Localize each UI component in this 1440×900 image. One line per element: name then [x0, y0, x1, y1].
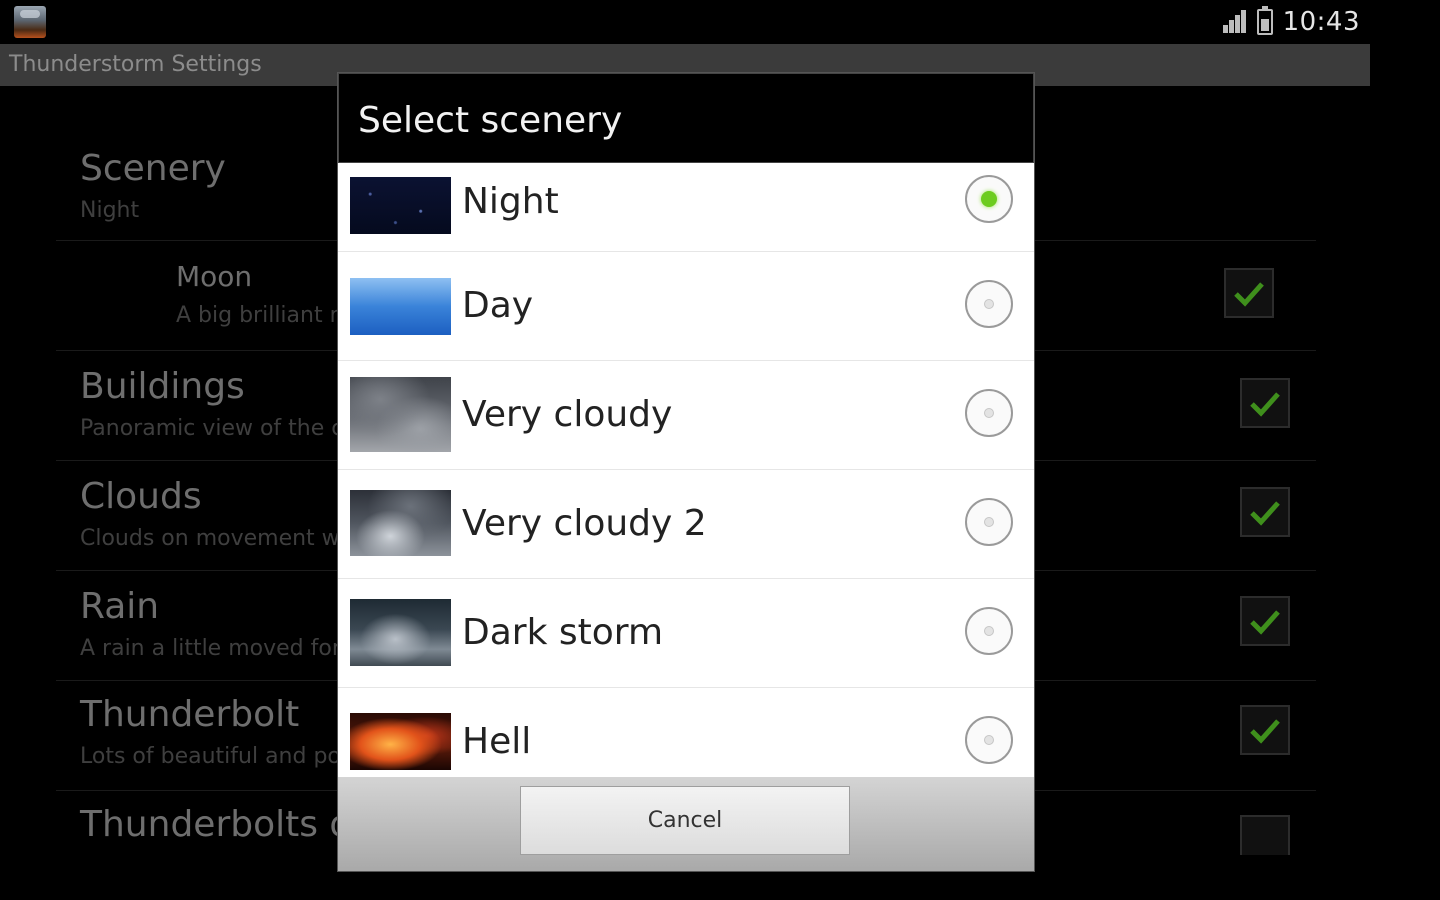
very-cloudy-radio[interactable] [965, 389, 1013, 437]
night-radio[interactable] [965, 175, 1013, 223]
option-label: Night [462, 181, 559, 222]
option-very-cloudy[interactable]: Very cloudy [338, 361, 1034, 470]
app-icon [14, 6, 46, 38]
night-thumbnail [350, 177, 451, 234]
dark-storm-thumbnail [350, 599, 451, 666]
pref-summary: A big brilliant m [176, 303, 352, 328]
pref-summary: Lots of beautiful and po [80, 744, 341, 769]
day-radio[interactable] [965, 280, 1013, 328]
very-cloudy-2-thumbnail [350, 490, 451, 556]
option-label: Very cloudy 2 [462, 503, 707, 544]
signal-icon [1221, 9, 1247, 35]
screen: 10:43 Thunderstorm Settings Scenery Nigh… [0, 0, 1440, 900]
status-icons: 10:43 [1221, 4, 1360, 40]
pref-title: Moon [176, 260, 253, 293]
option-label: Very cloudy [462, 394, 673, 435]
battery-icon [1256, 6, 1273, 35]
thunderbolt-checkbox[interactable] [1240, 705, 1290, 755]
option-label: Hell [462, 721, 532, 762]
option-day[interactable]: Day [338, 252, 1034, 361]
option-label: Dark storm [462, 612, 664, 653]
pref-summary: Clouds on movement wi [80, 526, 346, 551]
pref-title: Thunderbolt [80, 694, 300, 735]
clouds-checkbox[interactable] [1240, 487, 1290, 537]
dialog-header: Select scenery [338, 73, 1034, 163]
status-bar: 10:43 [0, 0, 1370, 44]
check-icon [1234, 282, 1264, 307]
check-icon [1250, 392, 1280, 417]
day-thumbnail [350, 278, 451, 335]
very-cloudy-thumbnail [350, 377, 451, 452]
hell-thumbnail [350, 713, 451, 770]
app-title: Thunderstorm Settings [9, 52, 262, 77]
pref-title: Thunderbolts o [80, 804, 352, 845]
pref-summary: Night [80, 198, 140, 223]
check-icon [1250, 501, 1280, 526]
very-cloudy-2-radio[interactable] [965, 498, 1013, 546]
pref-title: Clouds [80, 476, 202, 517]
cancel-button[interactable]: Cancel [520, 786, 850, 855]
pref-title: Buildings [80, 366, 245, 407]
dialog-footer: Cancel [338, 777, 1034, 871]
rain-checkbox[interactable] [1240, 596, 1290, 646]
hell-radio[interactable] [965, 716, 1013, 764]
option-dark-storm[interactable]: Dark storm [338, 579, 1034, 688]
buildings-checkbox[interactable] [1240, 378, 1290, 428]
option-label: Day [462, 285, 534, 326]
option-night[interactable]: Night [338, 163, 1034, 252]
thunderbolts-checkbox[interactable] [1240, 815, 1290, 855]
option-very-cloudy-2[interactable]: Very cloudy 2 [338, 470, 1034, 579]
pref-title: Rain [80, 586, 160, 627]
option-hell[interactable]: Hell [338, 688, 1034, 777]
moon-checkbox[interactable] [1224, 268, 1274, 318]
scenery-options-list[interactable]: Night Day Very cloudy Very cloudy 2 Dark… [338, 163, 1034, 777]
pref-title: Scenery [80, 148, 226, 189]
dark-storm-radio[interactable] [965, 607, 1013, 655]
select-scenery-dialog: Select scenery Night Day Very cloudy Ver… [338, 73, 1034, 871]
clock: 10:43 [1282, 7, 1360, 37]
check-icon [1250, 610, 1280, 635]
pref-summary: Panoramic view of the c [80, 416, 344, 441]
pref-summary: A rain a little moved for t [80, 636, 357, 661]
check-icon [1250, 719, 1280, 744]
dialog-title: Select scenery [358, 100, 623, 141]
